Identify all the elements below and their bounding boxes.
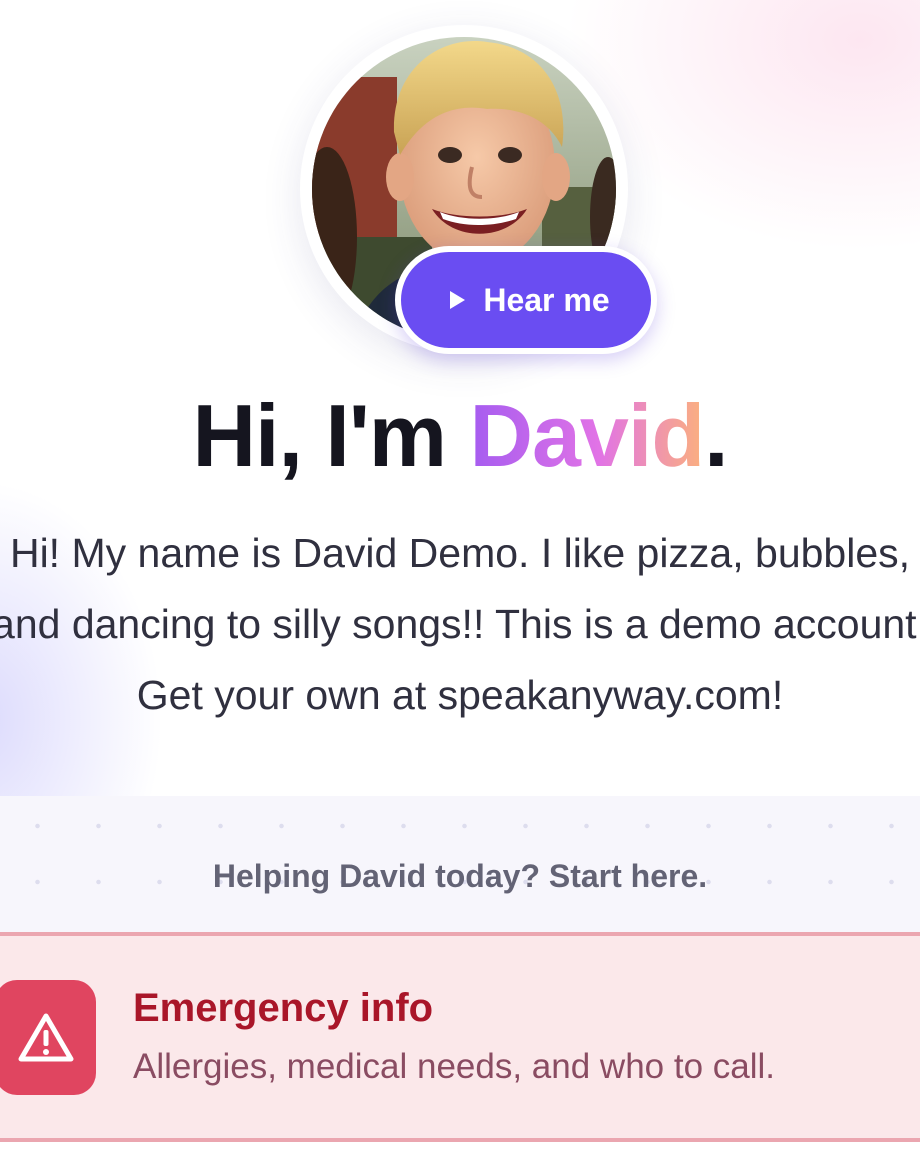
- hear-me-label: Hear me: [483, 281, 610, 318]
- warning-triangle-icon: [18, 1013, 73, 1061]
- profile-name: David: [469, 386, 705, 485]
- profile-bio: Hi! My name is David Demo. I like pizza,…: [0, 518, 920, 731]
- emergency-icon-badge: [0, 980, 96, 1095]
- bio-line: Hi! My name is David Demo. I like pizza,…: [9, 530, 911, 576]
- profile-hero: Hear me Hi, I'm David. Hi! My name is Da…: [0, 0, 920, 800]
- bio-line: Get your own at speakanyway.com!: [136, 672, 784, 718]
- emergency-title: Emergency info: [133, 986, 434, 1030]
- greeting-prefix: Hi, I'm: [192, 386, 470, 485]
- helper-prompt: Helping David today? Start here.: [212, 858, 708, 894]
- emergency-info-card[interactable]: [0, 932, 920, 1142]
- greeting-suffix: .: [704, 386, 728, 485]
- bio-line: and dancing to silly songs!! This is a d…: [0, 601, 920, 647]
- emergency-subtitle: Allergies, medical needs, and who to cal…: [133, 1047, 776, 1086]
- page-title: Hi, I'm David.: [0, 386, 920, 485]
- play-icon: [450, 291, 466, 309]
- hear-me-button[interactable]: Hear me: [395, 246, 657, 354]
